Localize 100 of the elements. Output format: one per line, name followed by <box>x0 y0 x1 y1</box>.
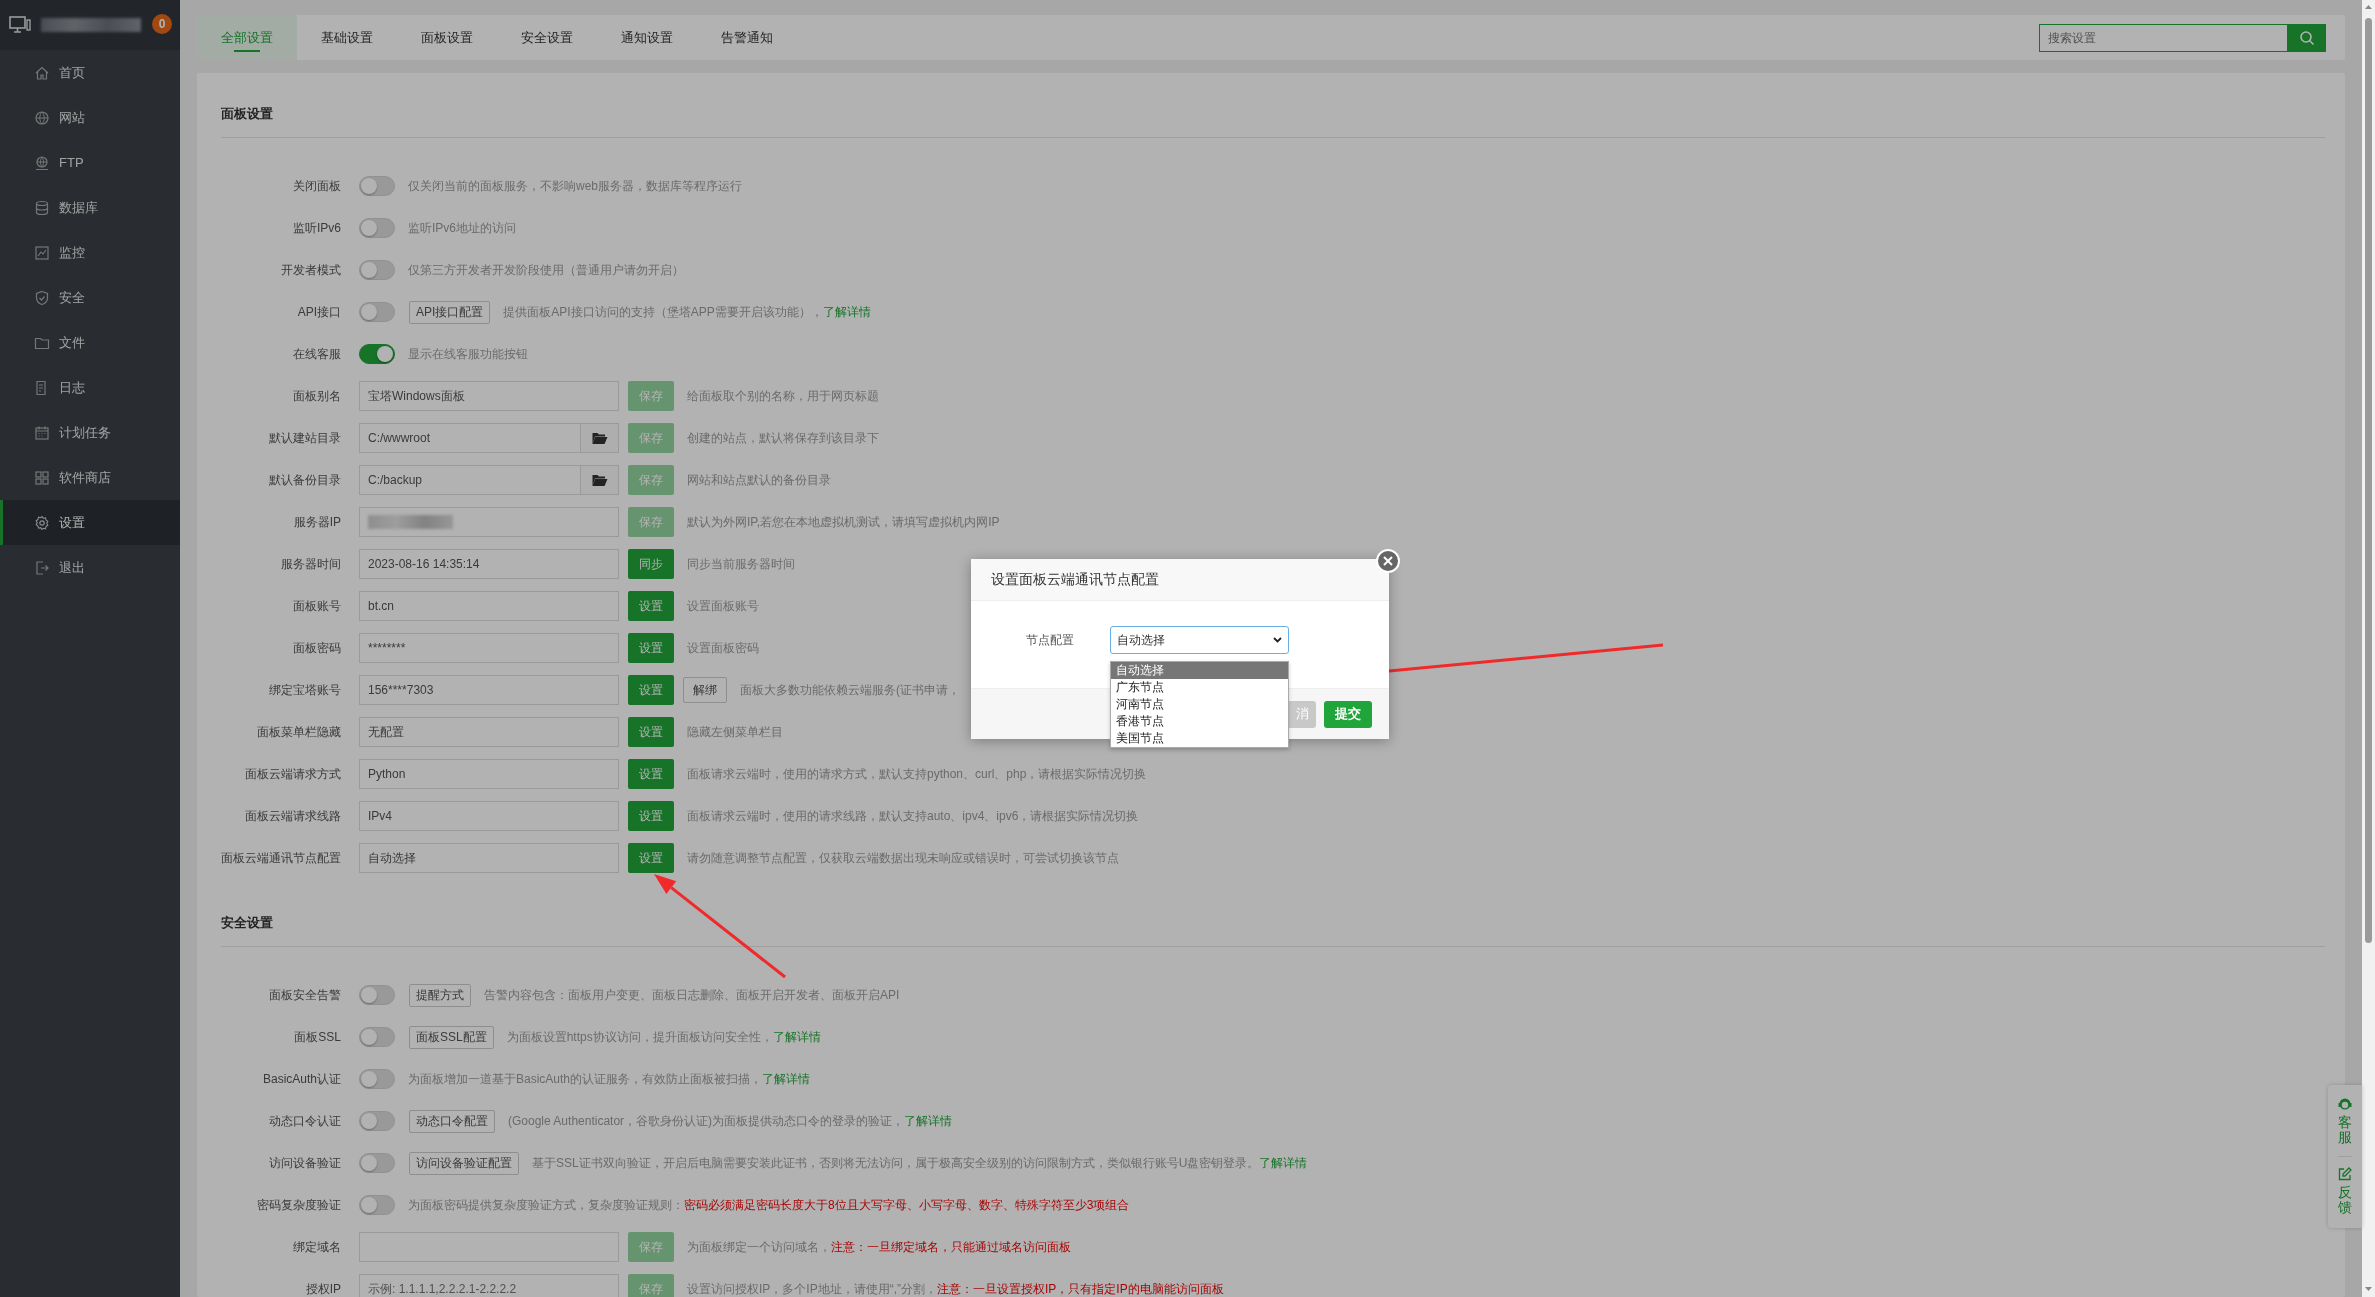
text-field[interactable]: 156****7303 <box>359 675 619 705</box>
setting-label: 监听IPv6 <box>292 219 341 237</box>
config-button[interactable]: 提醒方式 <box>409 983 471 1007</box>
sidebar-item[interactable]: 退出 <box>0 545 180 590</box>
globe-icon <box>34 109 50 126</box>
config-button[interactable]: 面板SSL配置 <box>409 1025 494 1049</box>
field-label: 节点配置 <box>1025 632 1074 649</box>
config-button[interactable]: API接口配置 <box>409 300 491 324</box>
dropdown-option[interactable]: 自动选择 <box>1111 662 1288 679</box>
text-field[interactable] <box>359 1232 619 1262</box>
folder-icon <box>591 431 608 445</box>
setting-description: (Google Authenticator，谷歌身份认证)为面板提供动态口令的登录的验证，了解详情 <box>508 1112 953 1130</box>
text-field[interactable]: 宝塔Windows面板 <box>359 381 619 411</box>
submit-button[interactable]: 提交 <box>1324 700 1372 728</box>
settings-tab[interactable]: 安全设置 <box>497 15 597 60</box>
sidebar-item[interactable]: 安全 <box>0 275 180 320</box>
toggle-switch[interactable] <box>359 218 395 238</box>
support-agent-icon <box>2338 1097 2352 1111</box>
settings-icon <box>34 514 50 531</box>
learn-more-link[interactable]: 了解详情 <box>772 1029 821 1044</box>
node-select[interactable]: 自动选择 <box>1110 626 1289 654</box>
setting-description: 创建的站点，默认将保存到该目录下 <box>687 429 879 447</box>
action-button[interactable]: 设置 <box>628 843 674 873</box>
setting-description: 设置面板账号 <box>687 597 759 615</box>
toggle-switch[interactable] <box>359 176 395 196</box>
sidebar-item[interactable]: 首页 <box>0 50 180 95</box>
setting-label: 绑定域名 <box>292 1238 341 1256</box>
sidebar-item[interactable]: 计划任务 <box>0 410 180 455</box>
unbind-button[interactable]: 解绑 <box>683 677 727 703</box>
settings-tab[interactable]: 面板设置 <box>397 15 497 60</box>
sidebar-item[interactable]: 日志 <box>0 365 180 410</box>
toggle-switch[interactable] <box>359 344 395 364</box>
dropdown-option[interactable]: 河南节点 <box>1111 696 1288 713</box>
toggle-switch[interactable] <box>359 1069 395 1089</box>
setting-label: 面板别名 <box>292 387 341 405</box>
sidebar-item[interactable]: 设置 <box>0 500 180 545</box>
action-button[interactable]: 设置 <box>628 591 674 621</box>
settings-tab[interactable]: 基础设置 <box>297 15 397 60</box>
text-field[interactable]: ******** <box>359 633 619 663</box>
close-icon <box>1383 556 1393 566</box>
search-button[interactable] <box>2288 23 2326 52</box>
folder-button[interactable] <box>581 465 619 495</box>
action-button[interactable]: 同步 <box>628 549 674 579</box>
side-panel-link[interactable]: 客服 <box>2338 1115 2352 1146</box>
setting-label: 面板密码 <box>292 639 341 657</box>
setting-description: 仅第三方开发者开发阶段使用（普通用户请勿开启） <box>408 261 684 279</box>
setting-label: BasicAuth认证 <box>261 1070 341 1088</box>
side-panel-link[interactable]: 反馈 <box>2338 1184 2352 1216</box>
search-icon <box>2299 29 2315 46</box>
text-field[interactable]: 2023-08-16 14:35:14 <box>359 549 619 579</box>
dropdown-option[interactable]: 美国节点 <box>1111 730 1288 747</box>
text-field[interactable]: 无配置 <box>359 717 619 747</box>
sidebar-item[interactable]: FTP <box>0 140 180 185</box>
setting-label: 面板账号 <box>292 597 341 615</box>
config-button[interactable]: 访问设备验证配置 <box>409 1151 519 1175</box>
grid-icon <box>34 469 50 486</box>
toggle-switch[interactable] <box>359 985 395 1005</box>
text-field[interactable]: IPv4 <box>359 801 619 831</box>
home-icon <box>34 64 50 81</box>
dropdown-option[interactable]: 香港节点 <box>1111 713 1288 730</box>
sidebar-item[interactable]: 网站 <box>0 95 180 140</box>
learn-more-link[interactable]: 了解详情 <box>904 1113 953 1128</box>
folder-button[interactable] <box>581 423 619 453</box>
toggle-switch[interactable] <box>359 260 395 280</box>
text-field[interactable]: Python <box>359 759 619 789</box>
config-button[interactable]: 动态口令配置 <box>409 1109 495 1133</box>
sidebar-item[interactable]: 数据库 <box>0 185 180 230</box>
toggle-switch[interactable] <box>359 302 395 322</box>
text-field[interactable] <box>359 507 619 537</box>
learn-more-link[interactable]: 了解详情 <box>762 1071 811 1086</box>
action-button[interactable]: 设置 <box>628 717 674 747</box>
toggle-switch[interactable] <box>359 1153 395 1173</box>
toggle-switch[interactable] <box>359 1111 395 1131</box>
settings-tab[interactable]: 通知设置 <box>597 15 697 60</box>
shield-icon <box>34 289 50 306</box>
sidebar-item[interactable]: 监控 <box>0 230 180 275</box>
dropdown-option[interactable]: 广东节点 <box>1111 679 1288 696</box>
action-button[interactable]: 设置 <box>628 675 674 705</box>
action-button[interactable]: 设置 <box>628 759 674 789</box>
text-field[interactable]: C:/wwwroot <box>359 423 581 453</box>
setting-label: 关闭面板 <box>292 177 341 195</box>
action-button[interactable]: 设置 <box>628 801 674 831</box>
sidebar-item[interactable]: 文件 <box>0 320 180 365</box>
setting-description: 基于SSL证书双向验证，开启后电脑需要安装此证书，否则将无法访问，属于极高安全级别的访问限制方式，类似银行账号U盘密钥登录。了解详情 <box>532 1154 1308 1172</box>
text-field[interactable]: 示例: 1.1.1.1,2.2.2.1-2.2.2.2 <box>359 1274 619 1297</box>
setting-description: 告警内容包含：面板用户变更、面板日志删除、面板开启开发者、面板开启API <box>484 986 900 1004</box>
learn-more-link[interactable]: 了解详情 <box>1259 1155 1308 1170</box>
setting-description: 同步当前服务器时间 <box>687 555 795 573</box>
setting-label: 面板云端请求线路 <box>244 807 341 825</box>
text-field[interactable]: bt.cn <box>359 591 619 621</box>
sidebar-item[interactable]: 软件商店 <box>0 455 180 500</box>
setting-description: 面板大多数功能依赖云端服务(证书申请， <box>740 681 960 699</box>
toggle-switch[interactable] <box>359 1195 395 1215</box>
toggle-switch[interactable] <box>359 1027 395 1047</box>
action-button[interactable]: 设置 <box>628 633 674 663</box>
learn-more-link[interactable]: 了解详情 <box>822 304 871 319</box>
text-field[interactable]: 自动选择 <box>359 843 619 873</box>
settings-tab[interactable]: 告警通知 <box>697 15 797 60</box>
text-field[interactable]: C:/backup <box>359 465 581 495</box>
search-field[interactable]: 搜索设置 <box>2039 23 2288 52</box>
